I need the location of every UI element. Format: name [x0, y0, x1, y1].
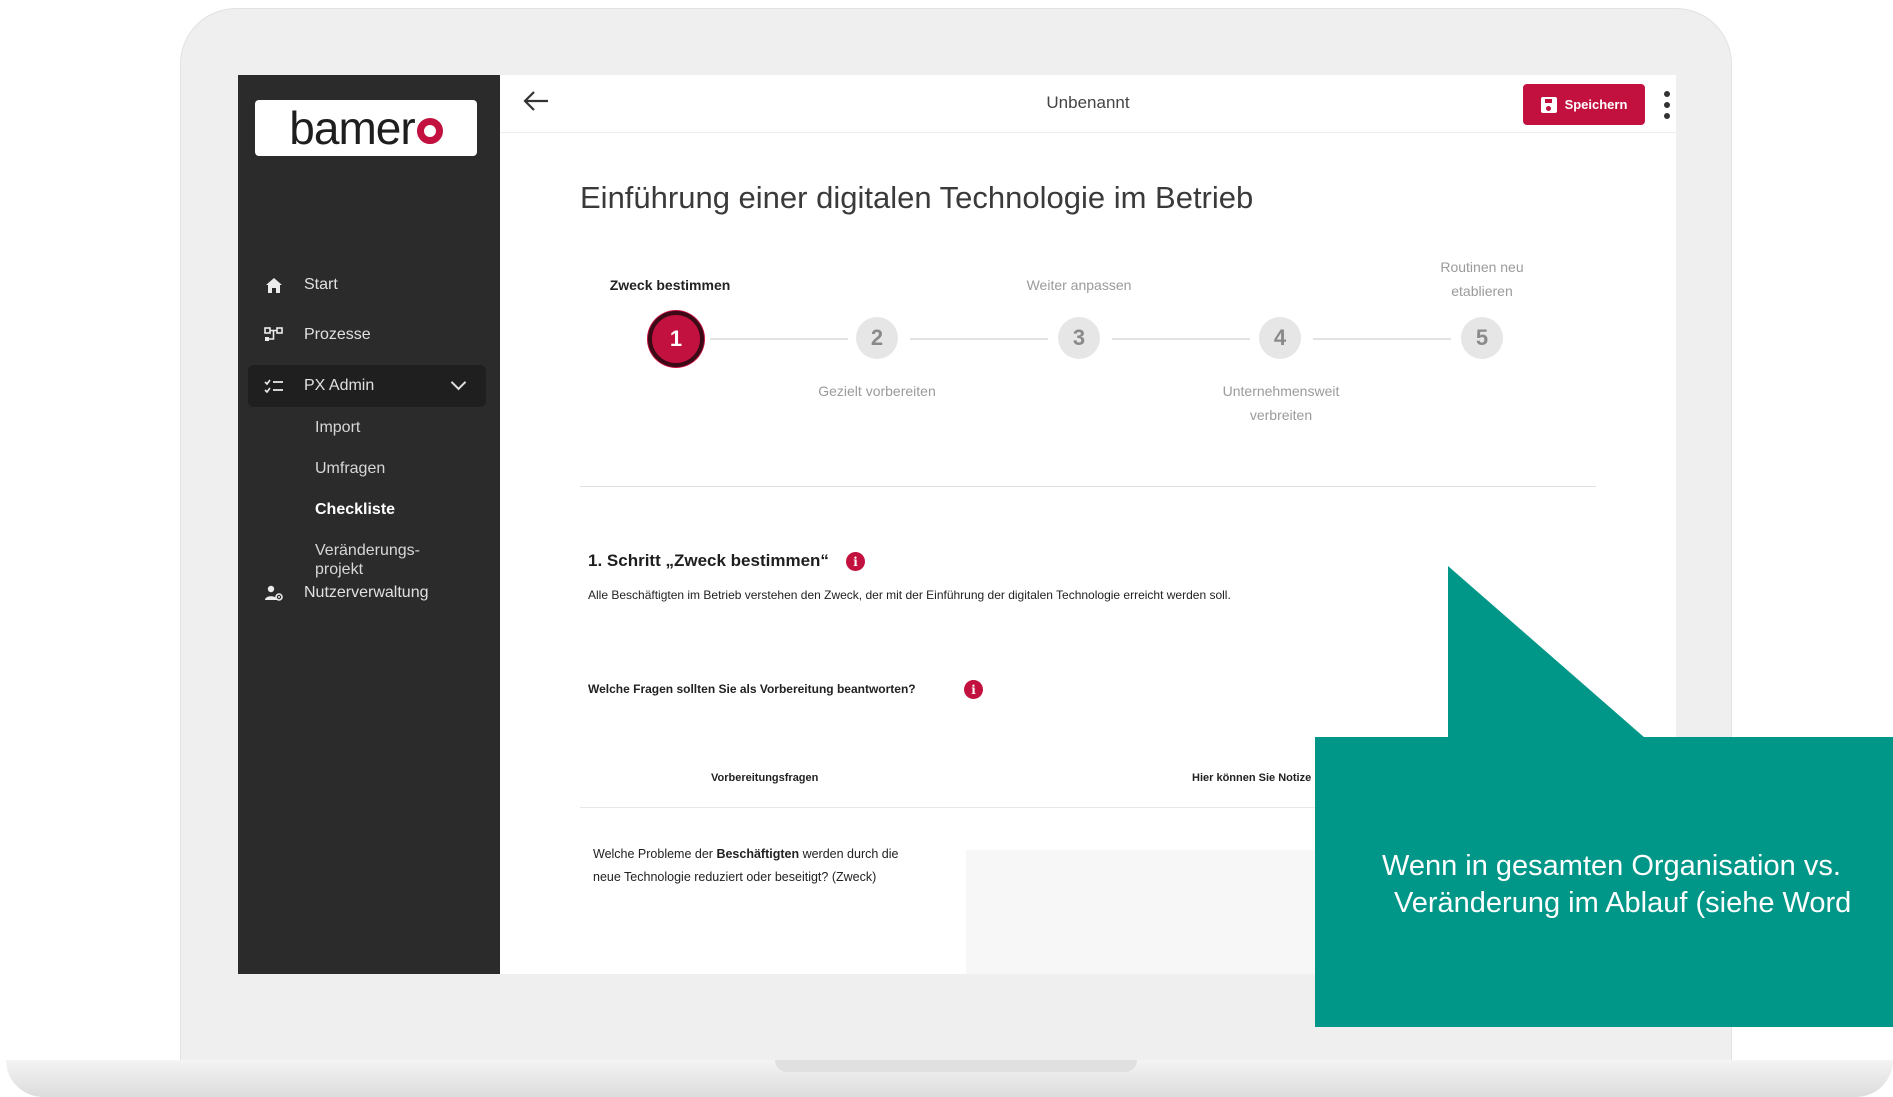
sidebar: bamer Start Prozesse PX Admin Import Umf… [238, 75, 500, 974]
save-label: Speichern [1564, 97, 1628, 112]
table-header-notes: Hier können Sie Notize [1192, 772, 1312, 784]
step-3-label: Weiter anpassen [1026, 277, 1132, 293]
sub-item-line1: Veränderungs- [315, 542, 420, 559]
sidebar-item-label: Nutzerverwaltung [304, 584, 429, 601]
sidebar-subitem-checkliste[interactable]: Checkliste [315, 500, 395, 519]
step-1-circle[interactable]: 1 [648, 311, 704, 367]
step-5-circle[interactable]: 5 [1461, 317, 1503, 359]
question-text: werden durch die [799, 847, 899, 861]
section-heading: 1. Schritt „Zweck bestimmen“ [588, 551, 829, 570]
callout-pointer [1448, 566, 1645, 738]
step-4-label: Unternehmensweit verbreiten [1191, 379, 1371, 427]
user-settings-icon [262, 581, 286, 605]
stage: bamer Start Prozesse PX Admin Import Umf… [0, 0, 1893, 1097]
chevron-down-icon[interactable] [450, 374, 467, 391]
preparation-question: Welche Fragen sollten Sie als Vorbereitu… [588, 682, 916, 696]
step-connector [1313, 338, 1451, 340]
step-4-label-line2: verbreiten [1249, 407, 1313, 423]
callout-line2: Veränderung im Ablauf (siehe Word [1394, 887, 1852, 919]
more-options-icon[interactable] [1663, 91, 1671, 119]
step-5-label-line2: etablieren [1451, 283, 1513, 299]
sidebar-item-prozesse[interactable]: Prozesse [248, 314, 486, 356]
step-4-circle[interactable]: 4 [1259, 317, 1301, 359]
info-icon[interactable]: i [846, 552, 865, 571]
step-2-circle[interactable]: 2 [856, 317, 898, 359]
step-1-label: Zweck bestimmen [609, 277, 731, 293]
sidebar-item-nutzerverwaltung[interactable]: Nutzerverwaltung [248, 572, 486, 614]
callout-line1: Wenn in gesamten Organisation vs. [1382, 850, 1841, 882]
step-5-label: Routinen neu etablieren [1392, 255, 1572, 303]
step-4-label-line1: Unternehmensweit [1222, 383, 1340, 399]
sidebar-item-label: PX Admin [304, 377, 375, 394]
process-icon [262, 323, 286, 347]
top-bar: Unbenannt Speichern [500, 75, 1676, 133]
save-button[interactable]: Speichern [1523, 84, 1645, 125]
sidebar-item-start[interactable]: Start [248, 264, 486, 306]
info-icon[interactable]: i [964, 680, 983, 699]
checklist-icon [262, 374, 286, 398]
step-connector [910, 338, 1048, 340]
callout-text: Wenn in gesamten Organisation vs. Veränd… [1382, 848, 1893, 922]
sidebar-subitem-import[interactable]: Import [315, 418, 360, 437]
step-5-label-line1: Routinen neu [1440, 259, 1524, 275]
sidebar-item-label: Start [304, 276, 338, 293]
step-2-label: Gezielt vorbereiten [818, 383, 936, 399]
floppy-disk-icon [1540, 96, 1557, 113]
question-text-line2: neue Technologie reduziert oder beseitig… [593, 870, 877, 884]
sidebar-item-px-admin[interactable]: PX Admin [248, 365, 486, 407]
sidebar-subitem-umfragen[interactable]: Umfragen [315, 459, 385, 478]
bamero-logo[interactable]: bamer [255, 100, 477, 156]
logo-text: bamer [289, 102, 415, 154]
table-header-questions: Vorbereitungsfragen [711, 772, 819, 784]
question-bold-text: Beschäftigten [716, 847, 800, 861]
home-icon [262, 273, 286, 297]
question-text: Welche Probleme der [593, 847, 717, 861]
step-3-circle[interactable]: 3 [1058, 317, 1100, 359]
section-description: Alle Beschäftigten im Betrieb verstehen … [588, 588, 1231, 602]
table-row-question: Welche Probleme der Beschäftigten werden… [593, 843, 953, 889]
notes-textarea[interactable] [966, 850, 1366, 974]
logo-ring-icon [416, 118, 443, 144]
sidebar-item-label: Prozesse [304, 326, 371, 343]
laptop-notch [775, 1060, 1137, 1072]
page-title: Einführung einer digitalen Technologie i… [580, 180, 1254, 215]
step-connector [1112, 338, 1250, 340]
step-connector [710, 338, 848, 340]
section-divider [580, 486, 1596, 487]
document-title: Unbenannt [1046, 93, 1130, 112]
table-header-divider [580, 807, 1340, 808]
